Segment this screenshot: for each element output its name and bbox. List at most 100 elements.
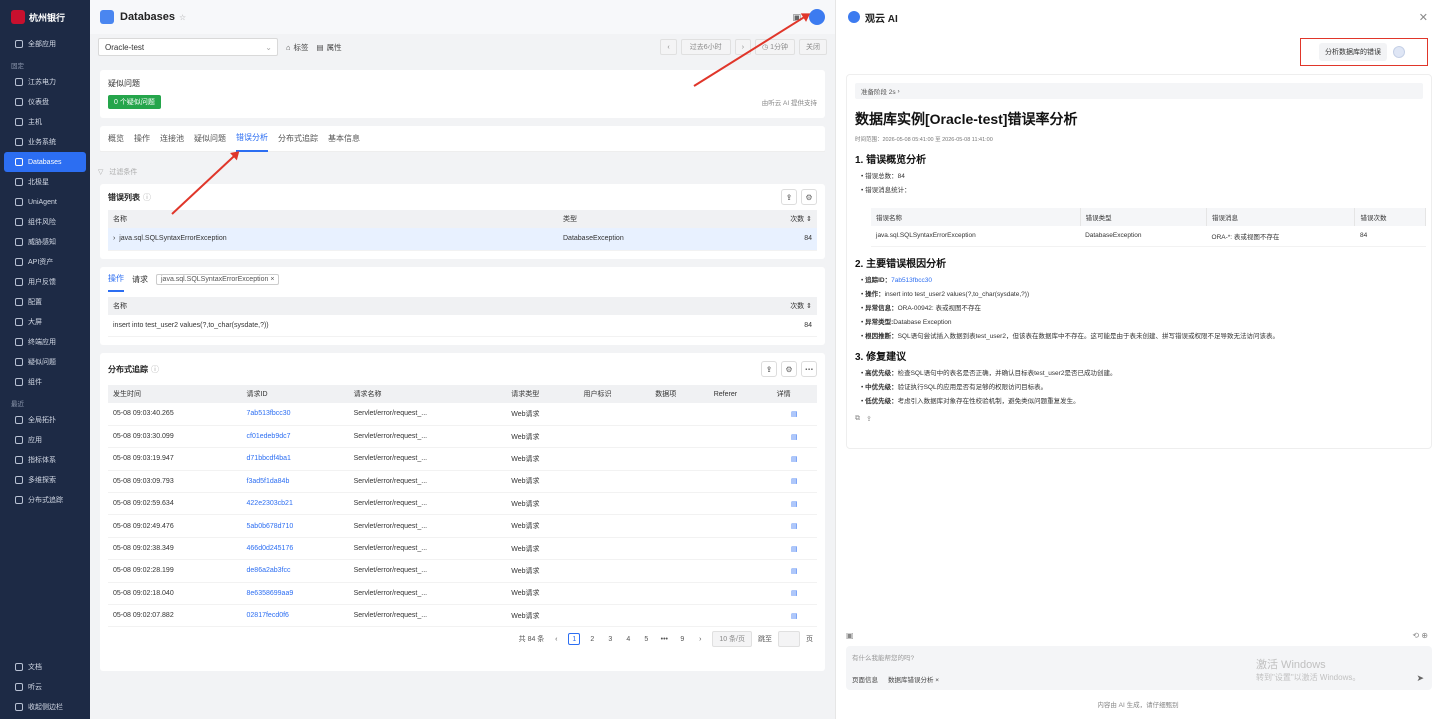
- sidebar-recent-item[interactable]: 多维探索: [4, 470, 86, 490]
- question-badge[interactable]: 0 个疑似问题: [108, 95, 161, 109]
- tab-requests[interactable]: 请求: [132, 274, 148, 285]
- sidebar-item[interactable]: 组件: [4, 372, 86, 392]
- sidebar-item[interactable]: 疑似问题: [4, 352, 86, 372]
- close-icon[interactable]: ✕: [1419, 11, 1428, 24]
- pager-page[interactable]: •••: [658, 633, 670, 645]
- pager-page[interactable]: 9: [676, 633, 688, 645]
- table-row[interactable]: › java.sql.SQLSyntaxErrorException Databa…: [108, 228, 817, 251]
- send-icon[interactable]: ➤: [1416, 673, 1424, 684]
- detail-icon[interactable]: ▤: [771, 582, 817, 606]
- all-apps[interactable]: 全部应用: [4, 34, 86, 54]
- pager-goto-input[interactable]: [778, 631, 800, 648]
- table-row[interactable]: 05-08 09:02:59.634 422e2303cb21 Servlet/er…: [108, 492, 817, 516]
- trace-col[interactable]: 请求类型: [506, 385, 579, 403]
- tab[interactable]: 基本信息: [328, 126, 360, 151]
- trace-col[interactable]: 请求ID: [241, 385, 349, 403]
- sidebar-item[interactable]: 北极星: [4, 172, 86, 192]
- refresh-select[interactable]: 关闭: [799, 39, 827, 55]
- table-row[interactable]: 05-08 09:02:38.349 466d0d245176 Servlet/er…: [108, 537, 817, 561]
- sidebar-item[interactable]: 用户反馈: [4, 272, 86, 292]
- prev-time-button[interactable]: ‹: [660, 39, 677, 55]
- trace-id-link[interactable]: 466d0d245176: [241, 537, 349, 561]
- notes-icon[interactable]: ▣: [846, 631, 854, 640]
- table-row[interactable]: 05-08 09:03:30.099 cf01edeb9dc7 Servlet/er…: [108, 425, 817, 449]
- sidebar-item[interactable]: 业务系统: [4, 132, 86, 152]
- tab[interactable]: 概览: [108, 126, 124, 151]
- pager-next[interactable]: ›: [694, 633, 706, 645]
- trace-col[interactable]: 用户标识: [578, 385, 651, 403]
- collapse-sidebar[interactable]: 收起侧边栏: [4, 697, 86, 717]
- tag-filter[interactable]: ⌂ 标签: [286, 42, 309, 53]
- col-op-count[interactable]: 次数 ⇕: [678, 296, 817, 315]
- trace-col[interactable]: 发生时间: [108, 385, 242, 403]
- sidebar-item[interactable]: 仪表盘: [4, 92, 86, 112]
- table-row[interactable]: 05-08 09:02:07.882 02817fecd0f6 Servlet/er…: [108, 604, 817, 628]
- detail-icon[interactable]: ▤: [771, 559, 817, 583]
- sidebar-docs[interactable]: 文档: [4, 657, 86, 677]
- instance-select[interactable]: Oracle-test ⌄: [98, 38, 278, 56]
- trace-id-link[interactable]: 02817fecd0f6: [241, 604, 349, 628]
- pager-page[interactable]: 3: [604, 633, 616, 645]
- detail-icon[interactable]: ▤: [771, 492, 817, 516]
- tab[interactable]: 错误分析: [236, 125, 268, 152]
- trace-id-link[interactable]: cf01edeb9dc7: [241, 425, 349, 449]
- detail-icon[interactable]: ▤: [771, 403, 817, 426]
- page-size-select[interactable]: 10 条/页: [712, 631, 752, 648]
- sidebar-item[interactable]: 配置: [4, 292, 86, 312]
- trace-col[interactable]: 详情: [771, 385, 817, 403]
- star-icon[interactable]: ☆: [179, 13, 186, 22]
- trace-id-link[interactable]: f3ad5f1da84b: [241, 470, 349, 494]
- table-row[interactable]: 05-08 09:02:49.476 5ab0b678d710 Servlet/er…: [108, 514, 817, 538]
- pager-page[interactable]: 4: [622, 633, 634, 645]
- trace-id-link[interactable]: 422e2303cb21: [241, 492, 349, 516]
- table-row[interactable]: 05-08 09:02:18.040 8e6358699aa9 Servlet/er…: [108, 582, 817, 606]
- trace-id-link[interactable]: d71bbcdf4ba1: [241, 447, 349, 471]
- sidebar-item[interactable]: UniAgent: [4, 192, 86, 212]
- sidebar-item[interactable]: 江苏电力: [4, 72, 86, 92]
- sidebar-recent-item[interactable]: 分布式追踪: [4, 490, 86, 510]
- trace-col[interactable]: Referer: [708, 385, 772, 403]
- detail-icon[interactable]: ▤: [771, 447, 817, 471]
- settings-icon[interactable]: ⚙: [801, 189, 817, 205]
- trace-id-link[interactable]: de86a2ab3fcc: [241, 559, 349, 583]
- detail-icon[interactable]: ▤: [771, 537, 817, 561]
- trace-id-link[interactable]: 7ab513fbcc30: [241, 403, 349, 426]
- pager-page[interactable]: 1: [568, 633, 581, 646]
- tab[interactable]: 分布式追踪: [278, 126, 318, 151]
- detail-icon[interactable]: ▤: [771, 514, 817, 538]
- sidebar-item[interactable]: 终端应用: [4, 332, 86, 352]
- filter-line[interactable]: ▽ 过滤条件: [90, 160, 835, 184]
- tab[interactable]: 操作: [134, 126, 150, 151]
- share-icon[interactable]: ⇪: [866, 415, 872, 423]
- context-page-chip[interactable]: 页面信息: [852, 674, 878, 684]
- pager-page[interactable]: 2: [586, 633, 598, 645]
- detail-icon[interactable]: ▤: [771, 425, 817, 449]
- sidebar-recent-item[interactable]: 全局拓扑: [4, 410, 86, 430]
- attr-filter[interactable]: ▤ 属性: [317, 42, 342, 53]
- detail-icon[interactable]: ▤: [771, 470, 817, 494]
- stage-bar[interactable]: 准备阶段 2s ›: [855, 83, 1423, 99]
- table-row[interactable]: insert into test_user2 values(?,to_char(…: [108, 314, 817, 337]
- bullet-value[interactable]: 7ab513fbcc30: [891, 277, 932, 284]
- sidebar-recent-item[interactable]: 指标体系: [4, 450, 86, 470]
- trace-id-link[interactable]: 5ab0b678d710: [241, 514, 349, 538]
- tab[interactable]: 疑似问题: [194, 126, 226, 151]
- sidebar-item[interactable]: 威胁感知: [4, 232, 86, 252]
- table-row[interactable]: 05-08 09:02:28.199 de86a2ab3fcc Servlet/er…: [108, 559, 817, 583]
- tab-ops[interactable]: 操作: [108, 267, 124, 292]
- sidebar-item[interactable]: 组件风险: [4, 212, 86, 232]
- time-range-picker[interactable]: 过去6小时: [680, 39, 731, 55]
- pager-page[interactable]: 5: [640, 633, 652, 645]
- detail-icon[interactable]: ▤: [771, 604, 817, 628]
- history-icon[interactable]: ⟲ ⊕: [1412, 631, 1428, 640]
- context-chip[interactable]: 数据库错误分析 ×: [888, 674, 939, 684]
- table-row[interactable]: 05-08 09:03:09.793 f3ad5f1da84b Servlet/er…: [108, 470, 817, 494]
- sidebar-item[interactable]: 主机: [4, 112, 86, 132]
- bank-logo[interactable]: 杭州银行: [0, 0, 90, 34]
- table-row[interactable]: 05-08 09:03:40.265 7ab513fbcc30 Servlet/er…: [108, 403, 817, 426]
- sidebar-item[interactable]: Databases: [4, 152, 86, 172]
- sidebar-tingyun[interactable]: 听云: [4, 677, 86, 697]
- copy-icon[interactable]: ⧉: [855, 415, 860, 423]
- sidebar-recent-item[interactable]: 应用: [4, 430, 86, 450]
- trace-id-link[interactable]: 8e6358699aa9: [241, 582, 349, 606]
